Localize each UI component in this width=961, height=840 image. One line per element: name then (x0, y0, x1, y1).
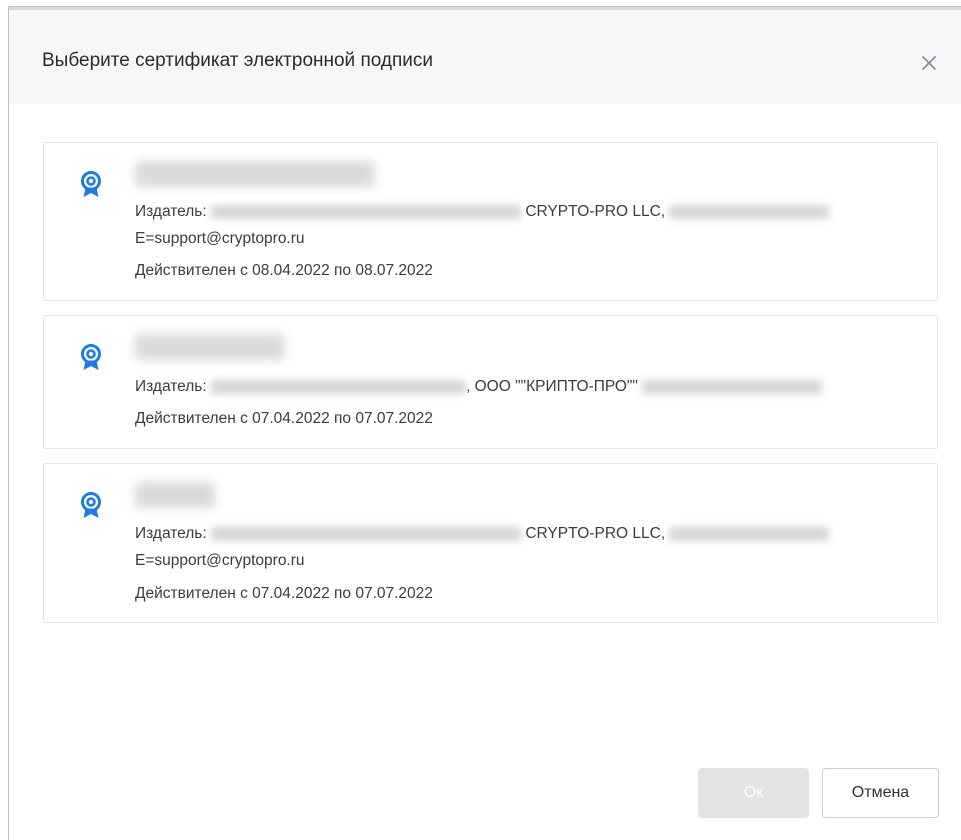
cancel-button[interactable]: Отмена (822, 768, 939, 818)
certificate-item[interactable]: Издатель: , ООО ""КРИПТО-ПРО"" Действите… (43, 315, 938, 449)
validity-text: Действителен с 08.04.2022 по 08.07.2022 (135, 262, 433, 279)
issuer-visible: , ООО ""КРИПТО-ПРО"" (466, 378, 638, 395)
issuer-line: Издатель: , ООО ""КРИПТО-ПРО"" (135, 378, 823, 396)
issuer-visible: CRYPTO-PRO LLC, (525, 203, 666, 220)
issuer-email: E=support@cryptopro.ru (135, 552, 305, 569)
close-icon (922, 56, 936, 70)
issuer-redacted-tail (669, 204, 830, 219)
ok-button[interactable]: Ок (698, 768, 809, 818)
issuer-line: Издатель: CRYPTO-PRO LLC, (135, 203, 830, 221)
dialog-header: Выберите сертификат электронной подписи (9, 10, 961, 104)
issuer-redacted (211, 204, 521, 219)
issuer-email: E=support@cryptopro.ru (135, 230, 305, 247)
certificate-item[interactable]: Издатель: CRYPTO-PRO LLC, E=support@cryp… (43, 463, 938, 623)
issuer-label: Издатель: (135, 378, 207, 395)
issuer-label: Издатель: (135, 203, 207, 220)
certificate-badge-icon (81, 344, 101, 370)
certificate-badge-icon (81, 492, 101, 518)
dialog-title: Выберите сертификат электронной подписи (42, 50, 433, 71)
certificate-dialog: Выберите сертификат электронной подписи … (8, 6, 961, 840)
issuer-redacted (211, 379, 466, 394)
issuer-visible: CRYPTO-PRO LLC, (525, 525, 666, 542)
issuer-redacted (211, 526, 521, 541)
certificate-owner-redacted (135, 334, 285, 360)
certificate-owner-redacted (135, 161, 375, 187)
issuer-label: Издатель: (135, 525, 207, 542)
validity-text: Действителен с 07.04.2022 по 07.07.2022 (135, 585, 433, 602)
certificate-owner-redacted (135, 482, 215, 508)
issuer-line: Издатель: CRYPTO-PRO LLC, (135, 525, 830, 543)
issuer-redacted-tail (669, 526, 830, 541)
certificate-badge-icon (81, 171, 101, 197)
certificate-item[interactable]: Издатель: CRYPTO-PRO LLC, E=support@cryp… (43, 142, 938, 301)
close-button[interactable] (915, 49, 943, 77)
validity-text: Действителен с 07.04.2022 по 07.07.2022 (135, 410, 433, 427)
issuer-redacted-tail (642, 379, 823, 394)
